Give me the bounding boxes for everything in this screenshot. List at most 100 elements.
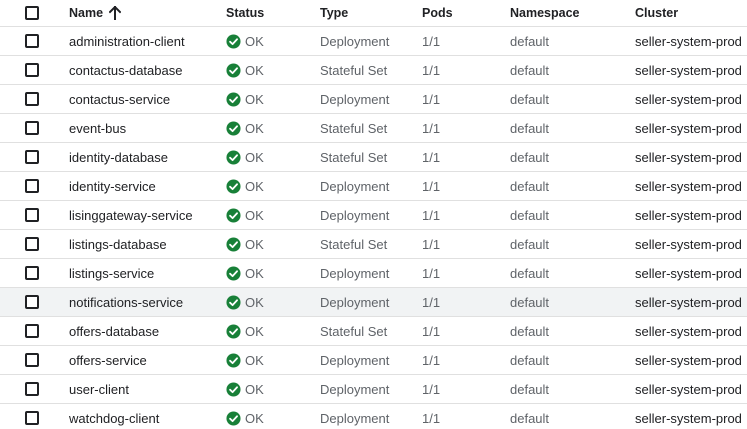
check-circle-icon (226, 410, 241, 426)
status-label: OK (245, 352, 264, 368)
select-all-checkbox[interactable] (25, 6, 39, 20)
status-cell: OK (226, 404, 264, 429)
cluster-cell: seller-system-prod (635, 62, 742, 78)
table-row[interactable]: listings-service OK Deployment 1/1 default se… (0, 259, 747, 288)
type-cell: Deployment (320, 207, 390, 223)
status-label: OK (245, 323, 264, 339)
check-circle-icon (226, 265, 241, 281)
row-checkbox[interactable] (25, 324, 39, 338)
pods-cell: 1/1 (422, 381, 441, 397)
column-header-name[interactable]: Name (69, 0, 122, 26)
arrow-upward-icon[interactable] (109, 6, 122, 20)
type-cell: Deployment (320, 294, 390, 310)
row-checkbox[interactable] (25, 150, 39, 164)
row-checkbox[interactable] (25, 179, 39, 193)
row-checkbox[interactable] (25, 121, 39, 135)
workload-name-link[interactable]: contactus-database (69, 56, 182, 84)
cluster-cell: seller-system-prod (635, 236, 742, 252)
workload-name-link[interactable]: lisinggateway-service (69, 201, 193, 229)
column-header-type[interactable]: Type (320, 0, 348, 26)
workload-name-link[interactable]: offers-database (69, 317, 159, 345)
namespace-cell: default (510, 91, 550, 107)
status-cell: OK (226, 375, 264, 403)
check-circle-icon (226, 33, 241, 49)
pods-cell: 1/1 (422, 91, 441, 107)
check-circle-icon (226, 294, 241, 310)
table-row[interactable]: lisinggateway-service OK Deployment 1/1 defa… (0, 201, 747, 230)
check-circle-icon (226, 207, 241, 223)
table-row[interactable]: identity-service OK Deployment 1/1 default se… (0, 172, 747, 201)
row-checkbox[interactable] (25, 63, 39, 77)
workload-name-link[interactable]: event-bus (69, 114, 126, 142)
workload-name-link[interactable]: user-client (69, 375, 129, 403)
pods-cell: 1/1 (422, 207, 441, 223)
row-checkbox[interactable] (25, 382, 39, 396)
cluster-cell: seller-system-prod (635, 410, 742, 426)
workload-name-link[interactable]: notifications-service (69, 288, 183, 316)
table-row[interactable]: contactus-database OK Stateful Set 1/1 defau… (0, 56, 747, 85)
table-row[interactable]: administration-client OK Deployment 1/1 defa… (0, 27, 747, 56)
workload-name-link[interactable]: offers-service (69, 346, 147, 374)
type-cell: Stateful Set (320, 120, 388, 136)
workloads-table: Name Status Type Pods Namespace Cluster … (0, 0, 747, 429)
table-row[interactable]: event-bus OK Stateful Set 1/1 default seller-… (0, 114, 747, 143)
namespace-cell: default (510, 178, 550, 194)
table-row[interactable]: notifications-service OK Deployment 1/1 defa… (0, 288, 747, 317)
pods-cell: 1/1 (422, 236, 441, 252)
type-cell: Deployment (320, 33, 390, 49)
workload-name-link[interactable]: identity-database (69, 143, 168, 171)
row-checkbox[interactable] (25, 92, 39, 106)
cluster-cell: seller-system-prod (635, 294, 742, 310)
table-row[interactable]: contactus-service OK Deployment 1/1 default s… (0, 85, 747, 114)
row-checkbox[interactable] (25, 353, 39, 367)
status-cell: OK (226, 201, 264, 229)
workload-name-link[interactable]: listings-service (69, 259, 154, 287)
namespace-cell: default (510, 265, 550, 281)
cluster-cell: seller-system-prod (635, 207, 742, 223)
type-cell: Stateful Set (320, 149, 388, 165)
table-row[interactable]: offers-service OK Deployment 1/1 default sell… (0, 346, 747, 375)
table-row[interactable]: offers-database OK Stateful Set 1/1 default s… (0, 317, 747, 346)
column-header-cluster[interactable]: Cluster (635, 0, 678, 26)
type-cell: Deployment (320, 381, 390, 397)
status-label: OK (245, 265, 264, 281)
workload-name-link[interactable]: identity-service (69, 172, 156, 200)
row-checkbox[interactable] (25, 34, 39, 48)
row-checkbox[interactable] (25, 295, 39, 309)
column-header-namespace[interactable]: Namespace (510, 0, 580, 26)
status-cell: OK (226, 346, 264, 374)
row-checkbox[interactable] (25, 208, 39, 222)
table-row[interactable]: listings-database OK Stateful Set 1/1 defaul… (0, 230, 747, 259)
check-circle-icon (226, 149, 241, 165)
status-label: OK (245, 381, 264, 397)
cluster-cell: seller-system-prod (635, 323, 742, 339)
pods-cell: 1/1 (422, 62, 441, 78)
table-header-row: Name Status Type Pods Namespace Cluster (0, 0, 747, 27)
row-checkbox[interactable] (25, 237, 39, 251)
type-cell: Deployment (320, 352, 390, 368)
column-header-pods[interactable]: Pods (422, 0, 453, 26)
workload-name-link[interactable]: administration-client (69, 27, 185, 55)
type-cell: Stateful Set (320, 323, 388, 339)
table-row[interactable]: watchdog-client OK Deployment 1/1 default sel… (0, 404, 747, 429)
row-checkbox[interactable] (25, 266, 39, 280)
workload-name-link[interactable]: listings-database (69, 230, 167, 258)
status-cell: OK (226, 27, 264, 55)
workload-name-link[interactable]: watchdog-client (69, 404, 159, 429)
column-header-status[interactable]: Status (226, 0, 264, 26)
status-label: OK (245, 178, 264, 194)
pods-cell: 1/1 (422, 120, 441, 136)
workload-name-link[interactable]: contactus-service (69, 85, 170, 113)
cluster-cell: seller-system-prod (635, 178, 742, 194)
check-circle-icon (226, 352, 241, 368)
pods-cell: 1/1 (422, 352, 441, 368)
namespace-cell: default (510, 62, 550, 78)
status-cell: OK (226, 259, 264, 287)
cluster-cell: seller-system-prod (635, 120, 742, 136)
table-row[interactable]: user-client OK Deployment 1/1 default seller-… (0, 375, 747, 404)
check-circle-icon (226, 323, 241, 339)
row-checkbox[interactable] (25, 411, 39, 425)
pods-cell: 1/1 (422, 323, 441, 339)
table-row[interactable]: identity-database OK Stateful Set 1/1 defaul… (0, 143, 747, 172)
cluster-cell: seller-system-prod (635, 352, 742, 368)
